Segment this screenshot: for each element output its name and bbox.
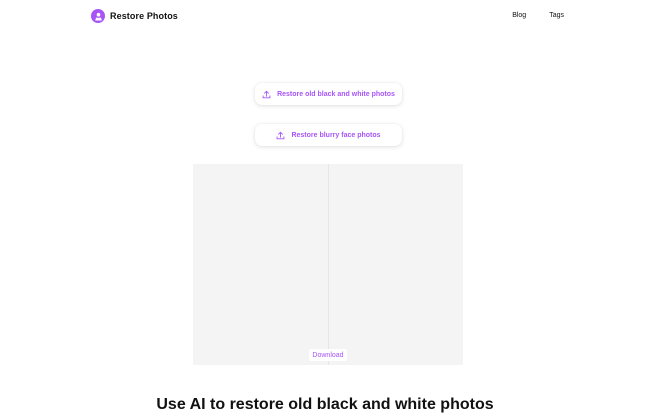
nav-link-blog[interactable]: Blog [512,12,526,19]
person-bust-icon [91,9,105,23]
restore-bw-label: Restore old black and white photos [277,90,395,98]
top-nav: Blog Tags [512,12,564,19]
restore-bw-upload-button[interactable]: Restore old black and white photos [255,83,402,105]
nav-link-tags[interactable]: Tags [549,12,564,19]
upload-icon [276,131,285,140]
compare-slider-handle[interactable] [328,164,329,365]
before-after-compare[interactable]: Download [193,164,463,365]
brand-link[interactable]: Restore Photos [91,9,178,23]
restore-face-upload-button[interactable]: Restore blurry face photos [255,124,402,146]
download-button[interactable]: Download [309,349,347,361]
site-header: Restore Photos Blog Tags [0,0,650,34]
page-headline: Use AI to restore old black and white ph… [156,396,494,413]
brand-name: Restore Photos [110,11,178,21]
page: Restore Photos Blog Tags Restore old bla… [0,0,650,414]
upload-icon [262,90,271,99]
restore-face-label: Restore blurry face photos [291,131,381,139]
